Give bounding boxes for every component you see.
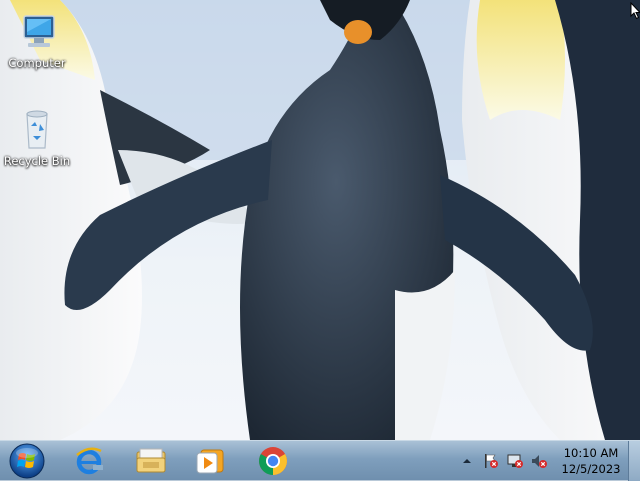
- desktop-icon-label: Computer: [8, 56, 66, 70]
- taskbar: 10:10 AM 12/5/2023: [0, 440, 640, 481]
- mouse-pointer-icon: [630, 2, 640, 20]
- computer-icon: [13, 8, 61, 56]
- desktop-icon-computer[interactable]: Computer: [1, 8, 73, 70]
- desktop-icon-recycle-bin[interactable]: Recycle Bin: [1, 106, 73, 168]
- volume-muted-icon[interactable]: [531, 453, 547, 469]
- taskbar-clock[interactable]: 10:10 AM 12/5/2023: [560, 445, 622, 477]
- clock-time: 10:10 AM: [563, 446, 619, 460]
- desktop: Computer Recycle Bin: [0, 0, 640, 440]
- wallpaper-penguins: [0, 0, 640, 440]
- clock-date: 12/5/2023: [561, 462, 621, 476]
- recycle-bin-icon: [13, 106, 61, 154]
- desktop-icon-label: Recycle Bin: [3, 154, 71, 168]
- show-desktop-button[interactable]: [628, 441, 640, 481]
- notification-area: 10:10 AM 12/5/2023: [0, 441, 640, 481]
- action-center-flag-icon[interactable]: [483, 453, 499, 469]
- show-hidden-icons-arrow[interactable]: [459, 453, 475, 469]
- network-icon[interactable]: [507, 453, 523, 469]
